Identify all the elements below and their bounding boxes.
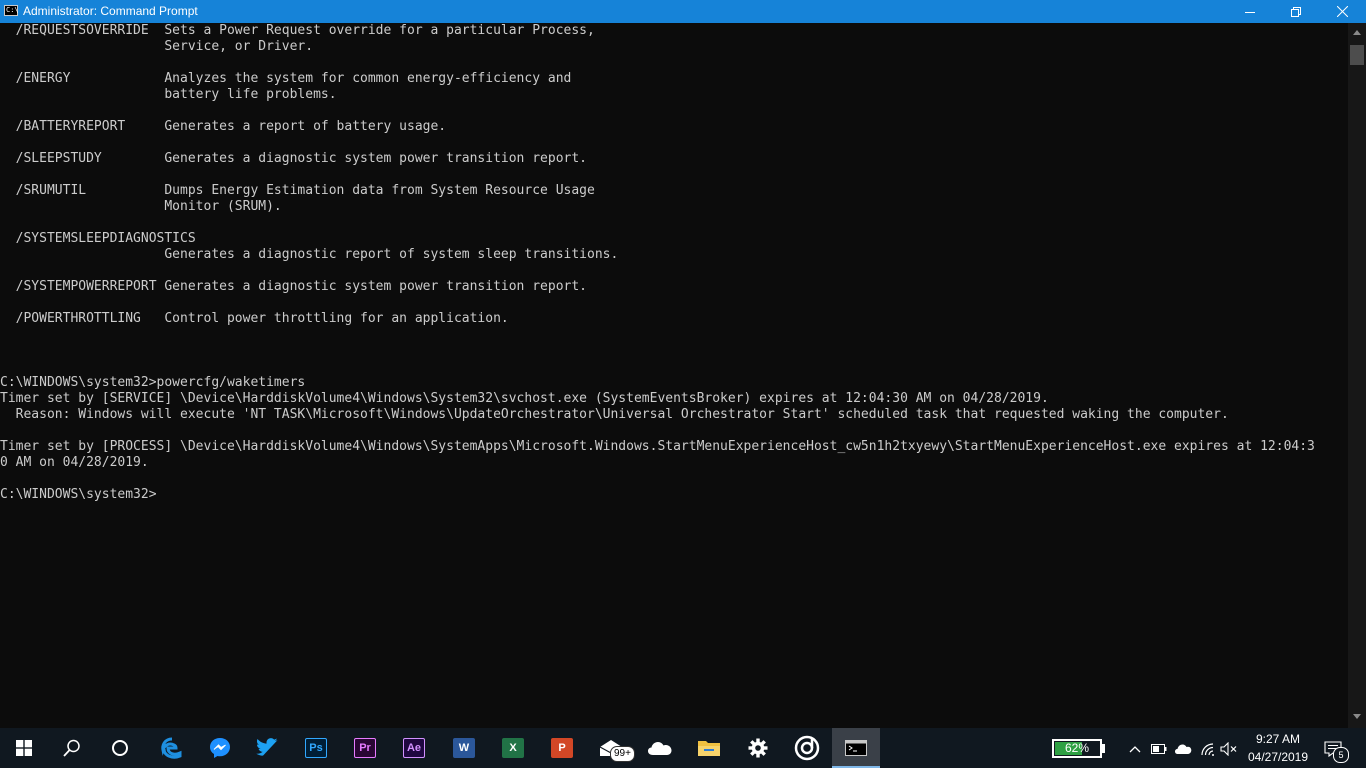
file-explorer-icon [698,741,720,756]
edge-icon [161,737,182,759]
powerpoint-icon: P [551,738,573,758]
tray-volume-button[interactable] [1218,738,1240,760]
close-button[interactable] [1319,0,1365,23]
taskbar-file-explorer[interactable] [685,728,733,768]
taskbar-premiere[interactable]: Pr [341,728,389,768]
photoshop-icon: Ps [305,738,327,758]
restore-button[interactable] [1273,0,1319,23]
scroll-thumb[interactable] [1350,45,1364,65]
show-hidden-icons-button[interactable] [1124,738,1146,760]
tray-network-button[interactable] [1197,738,1219,760]
taskbar-photoshop[interactable]: Ps [292,728,340,768]
command-prompt-icon: C:\ [4,5,19,16]
start-button[interactable] [0,728,48,768]
command-prompt-icon [845,740,867,756]
windows-start-icon [16,740,32,756]
taskbar-edge[interactable] [148,728,196,768]
system-clock[interactable]: 9:27 AM 04/27/2019 [1240,730,1316,766]
taskbar-mail[interactable]: 99+ [587,728,635,768]
onedrive-tray-icon [1175,744,1192,754]
onedrive-icon [648,742,672,755]
groove-music-icon [794,735,820,761]
minimize-button[interactable] [1227,0,1273,23]
tray-onedrive-button[interactable] [1172,738,1194,760]
taskbar-excel[interactable]: X [489,728,537,768]
battery-terminal [1102,744,1105,753]
volume-muted-icon [1220,742,1237,756]
notification-count-badge: 5 [1333,747,1349,763]
twitter-icon [256,738,278,756]
taskbar-word[interactable]: W [440,728,488,768]
tray-battery-button[interactable] [1148,738,1170,760]
taskbar-settings[interactable] [734,728,782,768]
settings-gear-icon [748,738,768,758]
premiere-icon: Pr [354,738,376,758]
search-icon [63,739,80,757]
battery-percent: 62% [1064,741,1090,755]
scroll-down-arrow-icon[interactable] [1353,714,1361,719]
console-output[interactable]: /REQUESTSOVERRIDE Sets a Power Request o… [0,23,1348,728]
console-text: /REQUESTSOVERRIDE Sets a Power Request o… [0,23,1315,502]
cortana-button[interactable] [96,728,144,768]
title-bar[interactable]: C:\ Administrator: Command Prompt [0,0,1366,23]
taskbar-messenger[interactable] [196,728,244,768]
taskbar-twitter[interactable] [244,728,292,768]
taskbar-command-prompt[interactable] [832,728,880,768]
clock-time: 9:27 AM [1255,732,1301,746]
close-icon [1336,6,1348,17]
taskbar-after-effects[interactable]: Ae [390,728,438,768]
vertical-scrollbar[interactable] [1348,23,1366,728]
search-button[interactable] [48,728,96,768]
maximize-icon [1291,6,1301,17]
battery-icon [1151,744,1167,754]
clock-date: 04/27/2019 [1247,750,1309,764]
minimize-icon [1245,11,1255,13]
mail-unread-badge: 99+ [610,746,635,762]
taskbar-onedrive[interactable] [636,728,684,768]
taskbar-powerpoint[interactable]: P [538,728,586,768]
window-title: Administrator: Command Prompt [23,4,198,18]
taskbar-groove-music[interactable] [783,728,831,768]
excel-icon: X [502,738,524,758]
cortana-icon [112,740,128,756]
wifi-icon [1201,743,1214,756]
word-icon: W [453,738,475,758]
after-effects-icon: Ae [403,738,425,758]
messenger-icon [210,738,230,758]
chevron-up-icon [1129,746,1141,753]
scroll-up-arrow-icon[interactable] [1353,30,1361,35]
